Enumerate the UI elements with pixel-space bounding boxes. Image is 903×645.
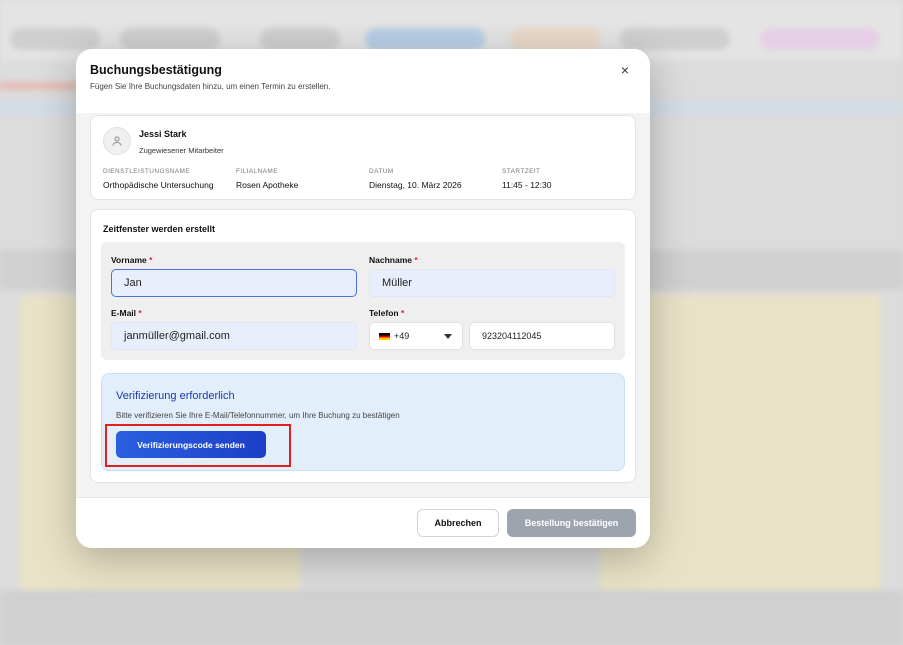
phone-label: Telefon * — [369, 308, 404, 318]
info-label: STARTZEIT — [502, 168, 541, 175]
background-pill — [120, 28, 220, 50]
background-pill — [620, 28, 730, 50]
booking-info-card: Jessi Stark Zugewiesener Mitarbeiter DIE… — [90, 115, 636, 200]
cancel-button[interactable]: Abbrechen — [417, 509, 499, 537]
info-service: DIENSTLEISTUNGSNAME Orthopädische Unters… — [103, 168, 214, 190]
first-name-input[interactable]: Jan — [111, 269, 357, 297]
info-value: Dienstag, 10. März 2026 — [369, 180, 462, 190]
germany-flag-icon — [379, 332, 390, 340]
phone-value: 923204112045 — [482, 331, 542, 341]
modal-subtitle: Fügen Sie Ihre Buchungsdaten hinzu, um e… — [90, 82, 331, 91]
info-value: 11:45 - 12:30 — [502, 180, 552, 190]
background-pill — [10, 28, 100, 50]
first-name-value: Jan — [124, 277, 142, 289]
confirm-order-button[interactable]: Bestellung bestätigen — [507, 509, 636, 537]
info-branch: FILIALNAME Rosen Apotheke — [236, 168, 298, 190]
employee-role: Zugewiesener Mitarbeiter — [139, 146, 224, 155]
customer-form: Vorname * Jan Nachname * Müller E-Mail *… — [101, 242, 625, 360]
info-label: DIENSTLEISTUNGSNAME — [103, 168, 191, 175]
section-title: Zeitfenster werden erstellt — [103, 224, 216, 234]
modal-header: Buchungsbestätigung Fügen Sie Ihre Buchu… — [90, 63, 636, 91]
modal-footer: Abbrechen Bestellung bestätigen — [76, 497, 650, 548]
info-label: DATUM — [369, 168, 394, 175]
phone-label-text: Telefon — [369, 308, 399, 318]
last-name-label: Nachname * — [369, 255, 418, 265]
last-name-input[interactable]: Müller — [369, 269, 615, 297]
required-mark: * — [138, 308, 142, 318]
verification-text: Bitte verifizieren Sie Ihre E-Mail/Telef… — [116, 411, 400, 420]
phone-input[interactable]: 923204112045 — [469, 322, 615, 350]
background-band — [0, 82, 80, 90]
background-pill — [260, 28, 340, 50]
country-code-select[interactable]: +49 — [369, 322, 463, 350]
info-value: Rosen Apotheke — [236, 180, 299, 190]
first-name-label-text: Vorname — [111, 255, 147, 265]
country-code-value: +49 — [394, 331, 410, 341]
user-icon — [103, 127, 131, 155]
info-label: FILIALNAME — [236, 168, 278, 175]
email-value: janmüller@gmail.com — [124, 330, 230, 342]
info-date: DATUM Dienstag, 10. März 2026 — [369, 168, 462, 190]
background-pill — [365, 28, 485, 50]
email-label-text: E-Mail — [111, 308, 137, 318]
last-name-label-text: Nachname — [369, 255, 412, 265]
email-label: E-Mail * — [111, 308, 142, 318]
last-name-value: Müller — [382, 277, 412, 289]
modal-title: Buchungsbestätigung — [90, 63, 222, 77]
info-value: Orthopädische Untersuchung — [103, 180, 214, 190]
required-mark: * — [400, 308, 405, 318]
chevron-down-icon — [444, 334, 452, 339]
email-field[interactable]: janmüller@gmail.com — [111, 322, 357, 350]
background-pill — [760, 28, 880, 50]
required-mark: * — [414, 255, 418, 265]
verification-title: Verifizierung erforderlich — [116, 390, 235, 402]
required-mark: * — [149, 255, 153, 265]
background-footer — [0, 590, 903, 645]
highlight-box — [105, 424, 291, 467]
first-name-label: Vorname * — [111, 255, 152, 265]
background-pill — [510, 28, 600, 50]
close-icon[interactable]: × — [618, 63, 632, 77]
booking-confirmation-modal: Buchungsbestätigung Fügen Sie Ihre Buchu… — [76, 49, 650, 548]
employee-name: Jessi Stark — [139, 129, 187, 139]
info-start-time: STARTZEIT 11:45 - 12:30 — [502, 168, 551, 190]
